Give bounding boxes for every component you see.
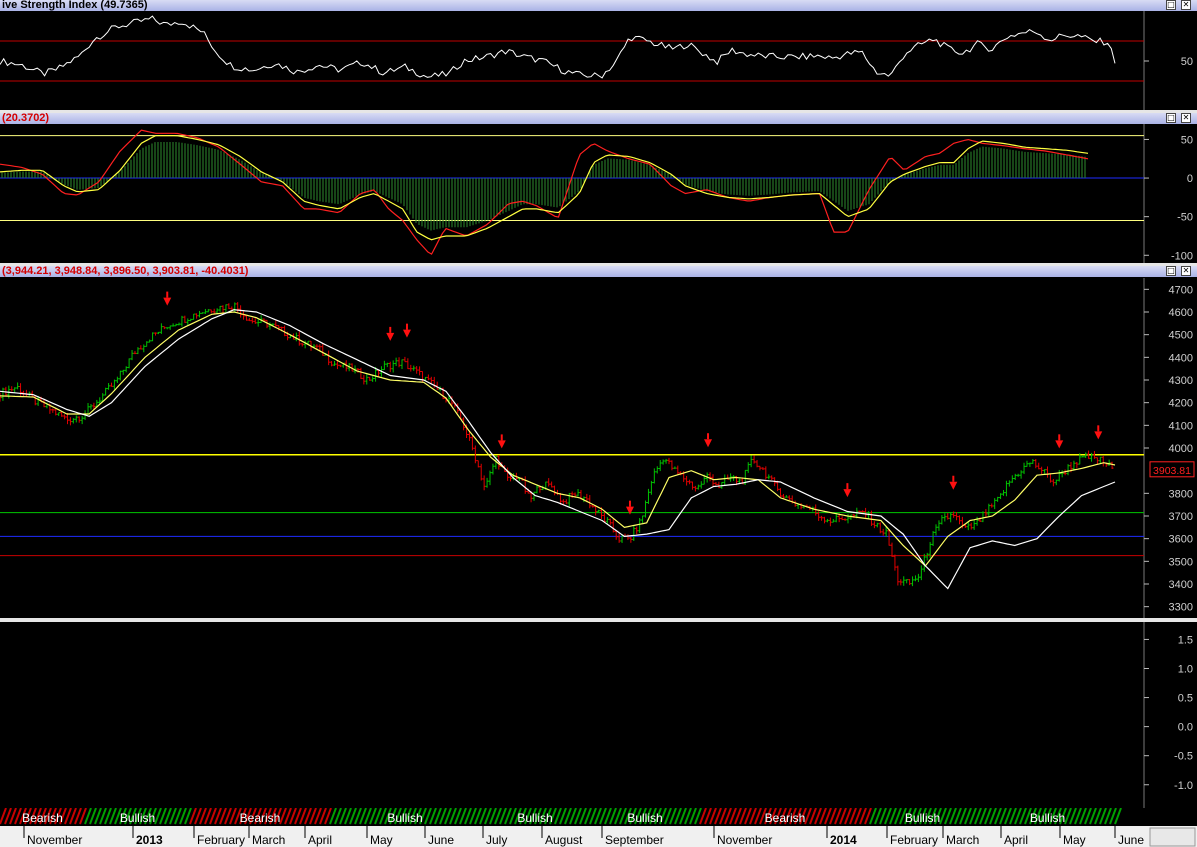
y-tick-label: 0.0 [1178, 722, 1193, 734]
y-tick-label: 3600 [1169, 534, 1193, 546]
price-restore-button[interactable]: □ [1166, 266, 1176, 276]
y-tick-label: 3500 [1169, 556, 1193, 568]
price-panel-title: (3,944.21, 3,948.84, 3,896.50, 3,903.81,… [2, 265, 248, 278]
month-label: February [890, 833, 938, 847]
y-tick-label: -1.0 [1174, 780, 1193, 792]
y-tick-label: 1.0 [1178, 664, 1193, 676]
month-label: May [1063, 833, 1086, 847]
y-tick-label: -100 [1171, 250, 1193, 262]
sentiment-strip: Bearish Bullish Bearish Bullish Bullish Bulli… [0, 808, 1197, 847]
month-label: August [545, 833, 583, 847]
month-label: June [1118, 833, 1144, 847]
y-tick-label: 50 [1181, 56, 1193, 68]
rsi-restore-button[interactable]: □ [1166, 0, 1176, 10]
y-tick-label: 3800 [1169, 488, 1193, 500]
month-label: March [252, 833, 285, 847]
month-label: July [486, 833, 507, 847]
scroll-corner [1149, 827, 1196, 847]
rsi-title-label: ive Strength Index [2, 0, 98, 11]
last-price-label: 3903.81 [1153, 465, 1191, 477]
osc-restore-button[interactable]: □ [1166, 113, 1176, 123]
y-tick-label: 0.5 [1178, 693, 1193, 705]
panel-bg [0, 11, 1197, 111]
price-chart[interactable]: 4700 4600 4500 4400 4300 4200 4100 4000 3800 3700… [0, 278, 1197, 618]
y-tick-label: 4200 [1169, 398, 1193, 410]
sentiment-label: Bullish [627, 811, 662, 825]
price-ohlc-readout: (3,944.21, 3,948.84, 3,896.50, 3,903.81,… [2, 265, 249, 277]
y-tick-label: 4600 [1169, 307, 1193, 319]
rsi-value: (49.7365) [100, 0, 148, 11]
price-close-button[interactable]: ✕ [1181, 266, 1191, 276]
y-tick-label: 3400 [1169, 579, 1193, 591]
lower-indicator-chart[interactable]: 1.5 1.0 0.5 0.0 -0.5 -1.0 [0, 622, 1197, 808]
month-label: April [308, 833, 332, 847]
month-label: November [27, 833, 82, 847]
month-label: 2013 [136, 833, 163, 847]
osc-close-button[interactable]: ✕ [1181, 113, 1191, 123]
y-tick-label: 3700 [1169, 511, 1193, 523]
panel-bg [0, 124, 1197, 263]
price-panel-titlebar[interactable]: (3,944.21, 3,948.84, 3,896.50, 3,903.81,… [0, 265, 1197, 278]
y-tick-label: 4000 [1169, 443, 1193, 455]
y-tick-label: 0 [1187, 173, 1193, 185]
month-label: February [197, 833, 245, 847]
month-label: April [1004, 833, 1028, 847]
month-label: May [370, 833, 393, 847]
osc-value: (20.3702) [2, 112, 50, 124]
y-tick-label: 4100 [1169, 420, 1193, 432]
sentiment-label: Bearish [22, 811, 63, 825]
sentiment-label: Bearish [240, 811, 281, 825]
y-tick-label: 3300 [1169, 602, 1193, 614]
osc-panel-titlebar[interactable]: (20.3702) □ ✕ [0, 112, 1197, 124]
sentiment-label: Bullish [120, 811, 155, 825]
y-tick-label: 4400 [1169, 352, 1193, 364]
rsi-close-button[interactable]: ✕ [1181, 0, 1191, 10]
sentiment-label: Bullish [517, 811, 552, 825]
y-tick-label: 4500 [1169, 330, 1193, 342]
y-tick-label: 1.5 [1178, 634, 1193, 646]
y-tick-label: 50 [1181, 134, 1193, 146]
rsi-panel-titlebar[interactable]: ive Strength Index (49.7365) □ ✕ [0, 0, 1197, 11]
panel-bg [0, 622, 1197, 808]
sentiment-label: Bearish [765, 811, 806, 825]
month-label: November [717, 833, 772, 847]
y-tick-label: 4700 [1169, 284, 1193, 296]
rsi-chart[interactable]: 50 [0, 11, 1197, 111]
oscillator-chart[interactable]: 50 0 -50 -100 [0, 124, 1197, 263]
y-tick-label: -50 [1177, 212, 1193, 224]
sentiment-label: Bullish [905, 811, 940, 825]
sentiment-label: Bullish [387, 811, 422, 825]
month-label: 2014 [830, 833, 857, 847]
sentiment-label: Bullish [1030, 811, 1065, 825]
month-label: September [605, 833, 664, 847]
month-label: June [428, 833, 454, 847]
month-label: March [946, 833, 979, 847]
y-tick-label: 4300 [1169, 375, 1193, 387]
y-tick-label: -0.5 [1174, 751, 1193, 763]
